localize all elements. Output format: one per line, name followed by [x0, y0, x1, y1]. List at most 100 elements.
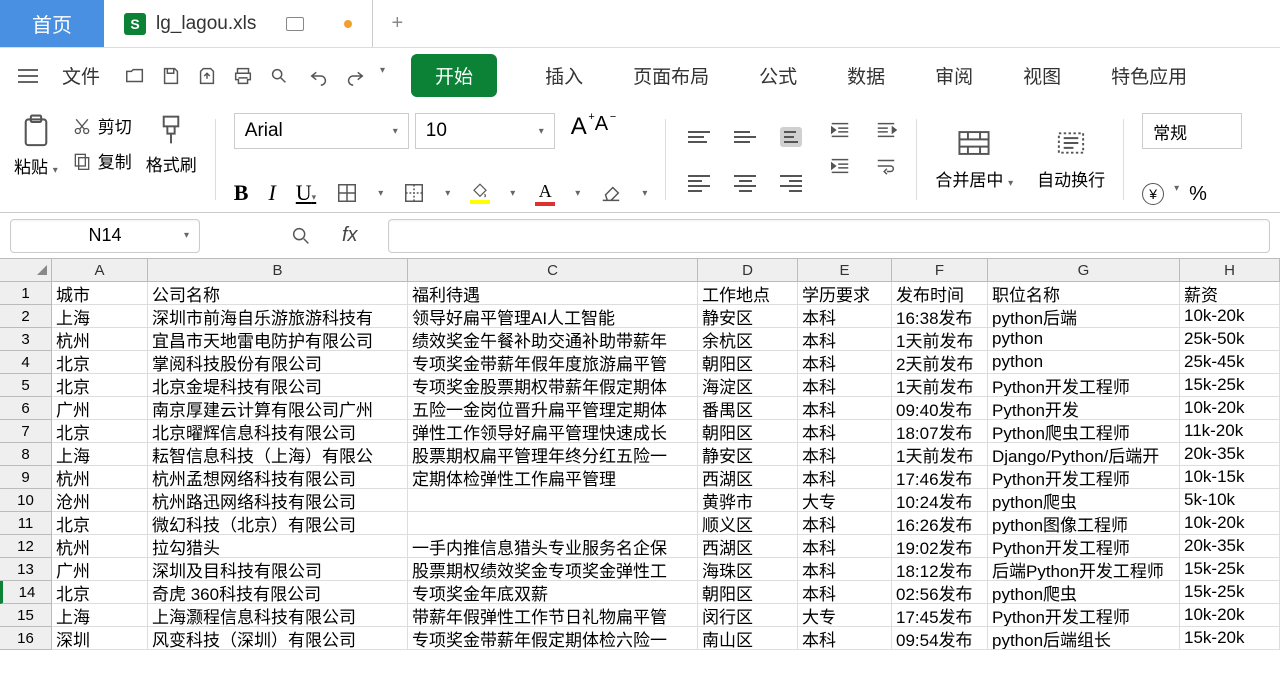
cell[interactable]: 5k-10k [1180, 489, 1280, 512]
cell[interactable]: 海淀区 [698, 374, 798, 397]
cell[interactable]: 杭州 [52, 535, 148, 558]
cell[interactable]: 16:38发布 [892, 305, 988, 328]
cell[interactable]: Python开发工程师 [988, 604, 1180, 627]
col-header-B[interactable]: B [148, 259, 408, 281]
font-color-button[interactable]: A [535, 181, 555, 206]
cell[interactable]: 发布时间 [892, 282, 988, 305]
cell[interactable]: 北京 [52, 374, 148, 397]
cell[interactable]: python爬虫 [988, 489, 1180, 512]
increase-font-icon[interactable]: A+ [571, 113, 587, 149]
presentation-icon[interactable] [286, 17, 304, 31]
select-all-corner[interactable] [0, 259, 52, 281]
row-header[interactable]: 10 [0, 489, 52, 512]
align-top-icon[interactable] [688, 131, 710, 143]
cell[interactable]: 15k-25k [1180, 581, 1280, 604]
cell[interactable]: 黄骅市 [698, 489, 798, 512]
undo-caret-icon[interactable]: ▾ [380, 65, 385, 87]
row-header[interactable]: 11 [0, 512, 52, 535]
cell[interactable]: 朝阳区 [698, 581, 798, 604]
cell[interactable]: 15k-25k [1180, 558, 1280, 581]
cell[interactable]: 西湖区 [698, 535, 798, 558]
cell[interactable] [408, 512, 698, 535]
col-header-A[interactable]: A [52, 259, 148, 281]
cell[interactable]: python后端组长 [988, 627, 1180, 650]
cell[interactable]: 10k-20k [1180, 604, 1280, 627]
cell[interactable]: Python开发工程师 [988, 374, 1180, 397]
chevron-down-icon[interactable]: ▾ [184, 230, 189, 241]
number-format-select[interactable]: 常规 [1142, 113, 1242, 149]
cell[interactable]: 20k-35k [1180, 443, 1280, 466]
cell[interactable]: 番禺区 [698, 397, 798, 420]
cell-reference-input[interactable]: N14 ▾ [10, 219, 200, 253]
align-right-icon[interactable] [780, 175, 802, 192]
align-middle-icon[interactable] [734, 131, 756, 143]
cell[interactable]: 耘智信息科技（上海）有限公 [148, 443, 408, 466]
cell[interactable]: 薪资 [1180, 282, 1280, 305]
cell[interactable]: 10k-20k [1180, 305, 1280, 328]
row-header[interactable]: 9 [0, 466, 52, 489]
cell[interactable]: 11k-20k [1180, 420, 1280, 443]
cell[interactable]: 朝阳区 [698, 351, 798, 374]
export-icon[interactable] [196, 65, 218, 87]
cell[interactable]: 微幻科技（北京）有限公司 [148, 512, 408, 535]
cell[interactable]: 1天前发布 [892, 443, 988, 466]
font-size-select[interactable]: 10▾ [415, 113, 555, 149]
cell[interactable]: python [988, 351, 1180, 374]
col-header-E[interactable]: E [798, 259, 892, 281]
cell[interactable]: 杭州 [52, 328, 148, 351]
format-brush-button[interactable]: 格式刷 [146, 113, 197, 176]
cell[interactable]: 15k-20k [1180, 627, 1280, 650]
cell[interactable]: 09:54发布 [892, 627, 988, 650]
cell[interactable]: 本科 [798, 443, 892, 466]
cell[interactable]: 专项奖金年底双薪 [408, 581, 698, 604]
cell[interactable]: 17:46发布 [892, 466, 988, 489]
align-center-icon[interactable] [734, 175, 756, 192]
cell[interactable]: 公司名称 [148, 282, 408, 305]
cell[interactable] [408, 489, 698, 512]
font-name-select[interactable]: Arial▾ [234, 113, 409, 149]
row-header[interactable]: 12 [0, 535, 52, 558]
cell[interactable]: 深圳市前海自乐游旅游科技有 [148, 305, 408, 328]
cell[interactable]: 上海灏程信息科技有限公司 [148, 604, 408, 627]
print-preview-icon[interactable] [268, 65, 290, 87]
row-header[interactable]: 13 [0, 558, 52, 581]
cell[interactable]: 上海 [52, 443, 148, 466]
cell[interactable]: Django/Python/后端开 [988, 443, 1180, 466]
cell[interactable]: 五险一金岗位晋升扁平管理定期体 [408, 397, 698, 420]
cell[interactable]: 杭州 [52, 466, 148, 489]
cell[interactable]: 北京 [52, 581, 148, 604]
cell[interactable]: 南山区 [698, 627, 798, 650]
cell[interactable]: 09:40发布 [892, 397, 988, 420]
cell[interactable]: 大专 [798, 489, 892, 512]
cell[interactable]: 本科 [798, 305, 892, 328]
cell[interactable]: 18:07发布 [892, 420, 988, 443]
cell[interactable]: 10k-15k [1180, 466, 1280, 489]
cell[interactable]: 25k-45k [1180, 351, 1280, 374]
cell[interactable]: 18:12发布 [892, 558, 988, 581]
cell[interactable]: 城市 [52, 282, 148, 305]
cell[interactable]: 17:45发布 [892, 604, 988, 627]
cell[interactable]: 广州 [52, 558, 148, 581]
cell[interactable]: 10k-20k [1180, 397, 1280, 420]
menu-page-layout[interactable]: 页面布局 [633, 62, 709, 89]
cell[interactable]: 北京金堤科技有限公司 [148, 374, 408, 397]
row-header[interactable]: 5 [0, 374, 52, 397]
row-header[interactable]: 16 [0, 627, 52, 650]
cell[interactable]: 带薪年假弹性工作节日礼物扁平管 [408, 604, 698, 627]
underline-button[interactable]: U▾ [296, 180, 316, 206]
col-header-G[interactable]: G [988, 259, 1180, 281]
cut-button[interactable]: 剪切 [72, 113, 132, 138]
cell[interactable]: Python开发工程师 [988, 535, 1180, 558]
border-outside-icon[interactable] [403, 182, 425, 204]
col-header-C[interactable]: C [408, 259, 698, 281]
cell[interactable]: 奇虎 360科技有限公司 [148, 581, 408, 604]
cell[interactable]: 静安区 [698, 305, 798, 328]
menu-data[interactable]: 数据 [847, 62, 885, 89]
cell[interactable]: 北京曜辉信息科技有限公司 [148, 420, 408, 443]
auto-wrap-button[interactable]: 自动换行 [1037, 128, 1105, 191]
cell[interactable]: 本科 [798, 466, 892, 489]
cell[interactable]: 股票期权扁平管理年终分红五险一 [408, 443, 698, 466]
cell[interactable]: 上海 [52, 305, 148, 328]
col-header-F[interactable]: F [892, 259, 988, 281]
increase-indent-icon[interactable] [828, 155, 852, 177]
